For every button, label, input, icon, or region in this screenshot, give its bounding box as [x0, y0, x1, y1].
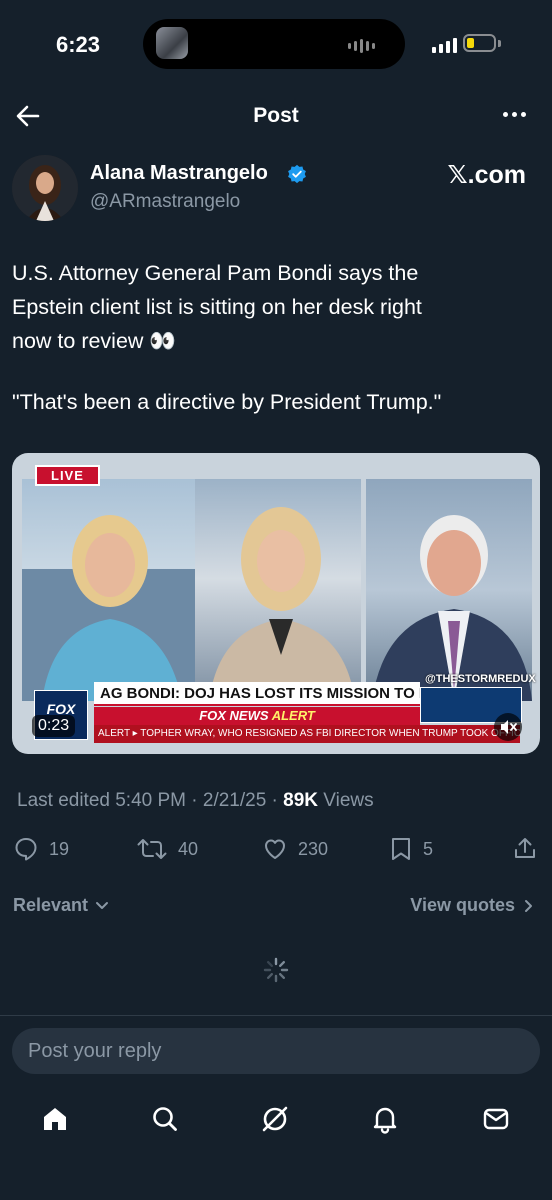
tweet-line: now to review 👀	[12, 329, 177, 353]
battery-icon	[463, 34, 496, 52]
video-panel-center	[195, 479, 361, 701]
share-icon	[515, 838, 535, 858]
views-count: 89K	[283, 790, 319, 811]
author-handle[interactable]: @ARmastrangelo	[90, 191, 240, 213]
tweet-text: U.S. Attorney General Pam Bondi says the…	[12, 256, 532, 358]
video-panel-left	[22, 479, 200, 701]
page-title: Post	[253, 104, 299, 127]
notifications-bell-icon[interactable]	[370, 1104, 400, 1134]
tweet-line: U.S. Attorney General Pam Bondi says the	[12, 261, 419, 285]
messages-envelope-icon[interactable]	[481, 1104, 511, 1134]
battery-tip	[498, 40, 501, 47]
sort-relevant-dropdown[interactable]: Relevant	[13, 895, 109, 916]
author-name[interactable]: Alana Mastrangelo	[90, 162, 268, 185]
view-quotes-label: View quotes	[410, 895, 515, 915]
tweet-quote: "That's been a directive by President Tr…	[12, 390, 442, 414]
alert-word: ALERT	[271, 708, 315, 723]
audio-wave-icon	[348, 39, 375, 53]
repost-button[interactable]: 40	[136, 836, 198, 862]
like-count: 230	[298, 838, 329, 859]
bookmark-icon	[392, 838, 410, 860]
view-quotes-link[interactable]: View quotes	[410, 895, 534, 916]
post-meta: Last edited 5:40 PM · 2/21/25 · 89K View…	[17, 790, 374, 812]
video-panel-right	[366, 479, 532, 701]
home-icon[interactable]	[40, 1104, 70, 1134]
verified-badge-icon	[288, 164, 306, 184]
alert-brand: FOX NEWS	[199, 708, 269, 723]
news-chyron: AG BONDI: DOJ HAS LOST ITS MISSION TO FI…	[94, 682, 420, 706]
avatar[interactable]	[12, 155, 78, 221]
repost-count: 40	[178, 838, 199, 859]
reply-button[interactable]: 19	[13, 836, 69, 862]
bookmark-count: 5	[423, 838, 434, 859]
sort-label: Relevant	[13, 895, 89, 915]
reply-count: 19	[49, 838, 70, 859]
share-button[interactable]	[512, 836, 538, 862]
news-ticker: ALERT ▸ TOPHER WRAY, WHO RESIGNED AS FBI…	[94, 725, 520, 743]
news-alert-bar: FOX NEWS ALERT	[94, 707, 420, 725]
loading-spinner-icon	[263, 957, 289, 983]
bookmark-button[interactable]: 5	[389, 836, 433, 862]
tweet-line: Epstein client list is sitting on her de…	[12, 295, 422, 319]
source-label: 𝕏.com	[447, 161, 527, 189]
post-header: Post	[0, 92, 552, 140]
chevron-right-icon	[525, 900, 532, 913]
status-bar: 6:23	[0, 0, 552, 92]
chevron-down-icon	[96, 902, 109, 910]
views-label: Views	[318, 790, 374, 811]
live-badge: LIVE	[35, 465, 100, 486]
reply-input[interactable]: Post your reply	[12, 1028, 540, 1074]
status-time: 6:23	[56, 32, 101, 57]
repost-icon	[137, 839, 167, 859]
grok-icon[interactable]	[260, 1104, 290, 1134]
mute-icon[interactable]	[494, 713, 522, 741]
video-watermark: @THESTORMREDUX	[425, 673, 536, 685]
more-options-icon[interactable]	[503, 112, 526, 117]
divider	[0, 1015, 552, 1016]
dynamic-island[interactable]	[143, 19, 405, 69]
like-button[interactable]: 230	[262, 836, 328, 862]
reply-icon	[15, 838, 37, 861]
heart-icon	[265, 839, 285, 859]
edited-timestamp[interactable]: Last edited 5:40 PM · 2/21/25 ·	[17, 790, 283, 811]
video-duration: 0:23	[32, 715, 76, 737]
now-playing-thumbnail	[156, 27, 188, 59]
signal-icon	[432, 38, 457, 53]
search-icon[interactable]	[150, 1104, 180, 1134]
video-player[interactable]: LIVE AG BONDI: DOJ HAS LOST ITS MISSION …	[12, 453, 540, 754]
